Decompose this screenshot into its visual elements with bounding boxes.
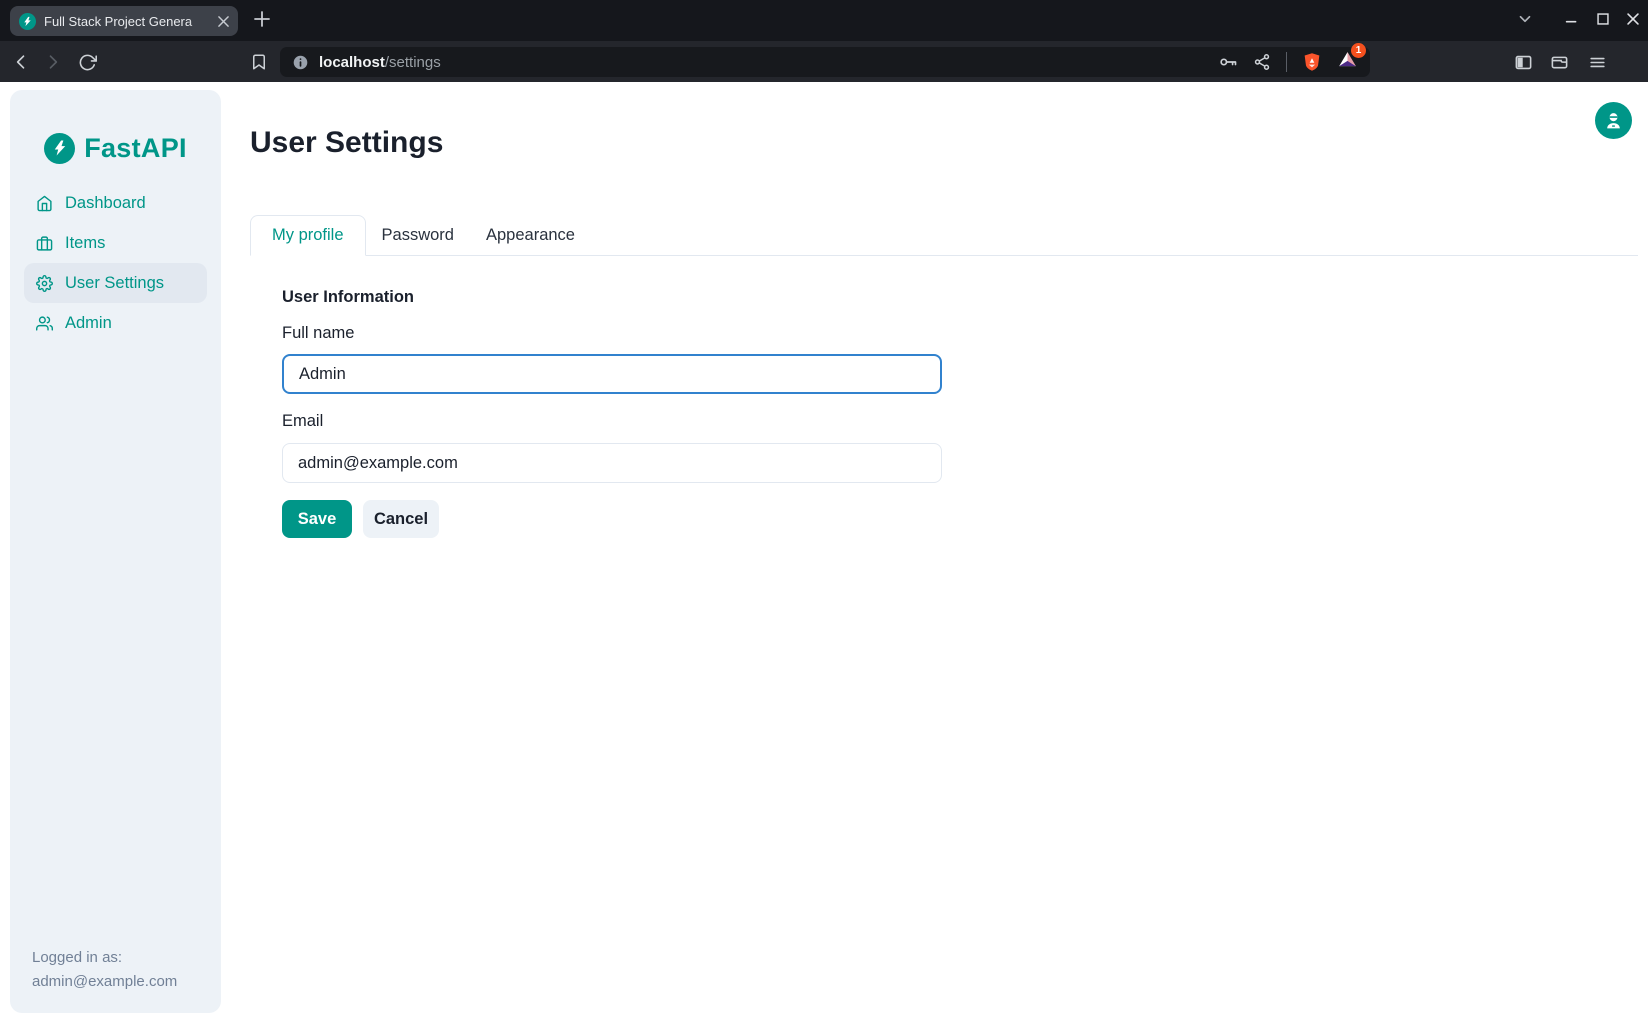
tab-search-chevron-icon[interactable] [1516,10,1534,33]
toolbar-separator [1286,52,1287,72]
sidebar-item-label: User Settings [65,274,164,293]
reload-button[interactable] [74,49,100,75]
logged-in-email: admin@example.com [32,970,177,994]
tab-appearance[interactable]: Appearance [470,215,591,255]
site-info-icon[interactable] [292,54,309,71]
sidebar-item-label: Items [65,234,105,253]
settings-tabs: My profile Password Appearance [250,215,1638,256]
full-name-input[interactable] [282,354,942,394]
briefcase-icon [36,235,53,252]
user-astronaut-icon [1603,110,1624,131]
fastapi-logo: FastAPI [10,132,221,164]
rewards-badge: 1 [1351,43,1366,58]
fastapi-logo-icon [44,133,75,164]
browser-toolbar: localhost/settings 1 [0,41,1648,82]
bookmark-icon[interactable] [246,49,272,75]
logged-in-label: Logged in as: [32,946,177,970]
window-maximize-button[interactable] [1594,10,1612,33]
address-bar[interactable]: localhost/settings 1 [280,47,1370,77]
tab-password[interactable]: Password [366,215,470,255]
url-path: /settings [385,54,441,71]
brave-shield-icon[interactable] [1302,52,1322,72]
sidebar-nav: Dashboard Items User Settings Admin [24,183,207,343]
sidebar-item-label: Admin [65,314,112,333]
forward-button[interactable] [40,49,66,75]
url-host: localhost [319,54,385,71]
home-icon [36,195,53,212]
url-text: localhost/settings [319,54,1208,71]
sidebar-panel-icon[interactable] [1510,49,1536,75]
cancel-button[interactable]: Cancel [363,500,439,538]
users-icon [36,315,53,332]
tab-title: Full Stack Project Genera [44,14,210,29]
sidebar-item-user-settings[interactable]: User Settings [24,263,207,303]
gear-icon [36,275,53,292]
browser-tab-strip: Full Stack Project Genera [0,0,1648,41]
tab-close-icon[interactable] [218,16,229,27]
sidebar-item-dashboard[interactable]: Dashboard [24,183,207,223]
full-name-label: Full name [282,324,354,343]
app-sidebar: FastAPI Dashboard Items User Settings [10,90,221,1013]
new-tab-button[interactable] [252,9,272,34]
app-page: FastAPI Dashboard Items User Settings [0,82,1648,1025]
email-label: Email [282,412,323,431]
section-title: User Information [282,288,414,307]
sidebar-item-label: Dashboard [65,194,146,213]
window-minimize-button[interactable] [1563,10,1581,33]
browser-tab[interactable]: Full Stack Project Genera [10,6,238,36]
saved-passwords-key-icon[interactable] [1218,52,1238,72]
browser-menu-icon[interactable] [1584,49,1610,75]
window-close-button[interactable] [1624,10,1642,33]
browser-window: Full Stack Project Genera [0,0,1648,1025]
share-icon[interactable] [1253,53,1271,71]
user-menu-button[interactable] [1595,102,1632,139]
page-title: User Settings [250,126,443,160]
save-button[interactable]: Save [282,500,352,538]
tab-my-profile[interactable]: My profile [250,215,366,256]
logged-in-info: Logged in as: admin@example.com [32,946,177,994]
wallet-icon[interactable] [1546,49,1572,75]
sidebar-item-admin[interactable]: Admin [24,303,207,343]
brave-rewards-button[interactable]: 1 [1337,49,1358,75]
email-input[interactable] [282,443,942,483]
back-button[interactable] [8,49,34,75]
fastapi-favicon-icon [19,13,36,30]
sidebar-item-items[interactable]: Items [24,223,207,263]
fastapi-logo-text: FastAPI [84,133,187,164]
